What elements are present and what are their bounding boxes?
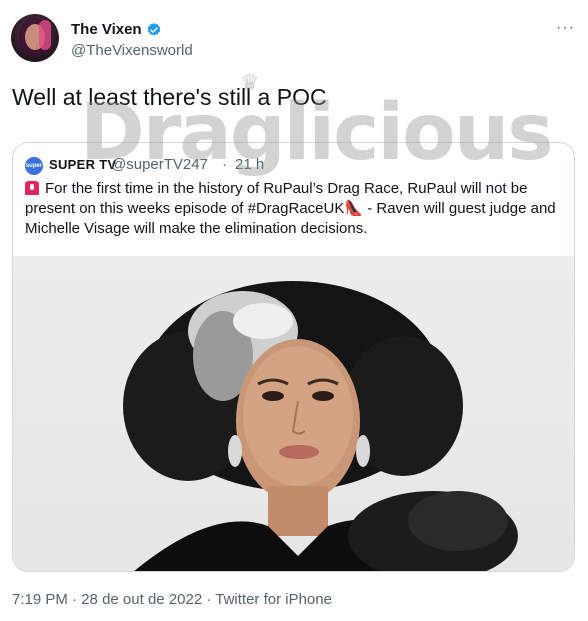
quoted-handle[interactable]: @superTV247	[111, 156, 208, 173]
more-options-icon[interactable]: ···	[556, 20, 576, 39]
alarm-icon	[25, 181, 39, 195]
quoted-avatar[interactable]: super	[25, 157, 43, 175]
tweet-time-link[interactable]: 7:19 PM	[12, 591, 68, 608]
portrait-illustration	[123, 281, 518, 571]
quoted-display-name[interactable]: SUPER TV	[49, 157, 116, 172]
author-avatar[interactable]	[11, 14, 59, 62]
verified-badge-icon	[147, 23, 161, 36]
meta-separator: ·	[202, 591, 216, 608]
avatar-accent	[39, 20, 51, 50]
author-handle[interactable]: @TheVixensworld	[71, 42, 193, 59]
high-heel-icon: 👠	[344, 200, 364, 217]
author-display-name[interactable]: The Vixen	[71, 21, 142, 38]
tweet-meta: 7:19 PM · 28 de out de 2022 · Twitter fo…	[12, 591, 332, 608]
quoted-text: For the first time in the history of RuP…	[25, 179, 565, 239]
tweet-card: The Vixen @TheVixensworld ··· Well at le…	[0, 0, 588, 621]
quoted-timestamp[interactable]: 21 h	[235, 156, 264, 173]
quoted-separator: ·	[222, 156, 227, 173]
tweet-date-link[interactable]: 28 de out de 2022	[81, 591, 202, 608]
tweet-text: Well at least there's still a POC	[12, 84, 327, 110]
quoted-tweet[interactable]: super SUPER TV @superTV247 · 21 h For th…	[12, 142, 575, 572]
quoted-photo[interactable]	[13, 256, 574, 571]
meta-separator: ·	[67, 591, 82, 608]
tweet-source: Twitter for iPhone	[215, 591, 332, 608]
